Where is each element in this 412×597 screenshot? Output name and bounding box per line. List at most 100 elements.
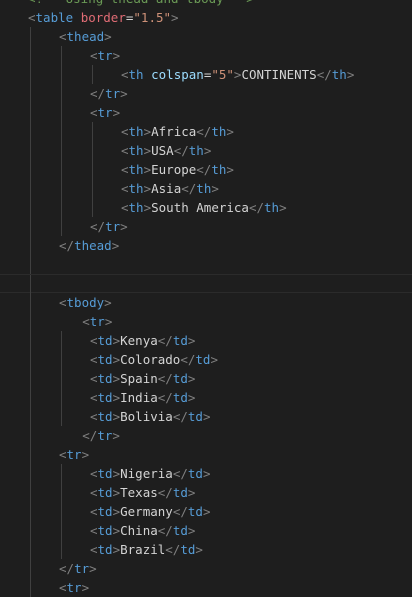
code-line[interactable]: <!-- Using thead and tbody --> [0, 0, 412, 8]
code-token: </ [172, 466, 188, 481]
code-token: tr [105, 86, 121, 101]
code-line[interactable]: <thead> [0, 27, 412, 46]
code-token: > [346, 67, 355, 82]
code-token: > [120, 86, 128, 101]
indent-guide [61, 103, 62, 122]
code-line[interactable]: <th>USA</th> [0, 141, 412, 160]
indent-guide [61, 331, 62, 350]
code-line[interactable]: <td>Germany</td> [0, 502, 412, 521]
indent-guide [61, 540, 62, 559]
code-token: </ [59, 561, 75, 576]
code-line[interactable]: <tr> [0, 312, 412, 331]
indent-guide [30, 407, 31, 426]
code-token: South America [151, 200, 249, 215]
code-token: tr [97, 428, 113, 443]
code-line[interactable]: </tr> [0, 84, 412, 103]
code-line[interactable]: <tbody> [0, 293, 412, 312]
code-line[interactable]: </tr> [0, 559, 412, 578]
indent-guide [92, 65, 93, 84]
code-text: </tr> [59, 559, 97, 578]
code-editor[interactable]: <!-- Using thead and tbody --><table bor… [0, 0, 412, 597]
code-line[interactable]: <th colspan="5">CONTINENTS</th> [0, 65, 412, 84]
code-line[interactable]: <td>Nigeria</td> [0, 464, 412, 483]
code-token: td [187, 409, 203, 424]
code-line[interactable] [0, 274, 412, 294]
code-token: > [112, 48, 121, 63]
indent-guide [61, 369, 62, 388]
indent-guide [30, 198, 31, 217]
code-token: </ [173, 143, 189, 158]
code-text: <th>USA</th> [121, 141, 211, 160]
code-token: </ [172, 409, 188, 424]
code-token: </ [196, 124, 212, 139]
code-line[interactable]: <table border="1.5"> [0, 8, 412, 27]
code-text: <td>China</td> [90, 521, 195, 540]
code-token: </ [180, 352, 196, 367]
code-line[interactable]: <tr> [0, 578, 412, 597]
code-token: < [90, 523, 98, 538]
code-text: <td>Spain</td> [90, 369, 195, 388]
code-line[interactable]: </thead> [0, 236, 412, 255]
code-token: th [128, 143, 144, 158]
code-text: <tr> [82, 312, 112, 331]
code-line[interactable]: </tr> [0, 426, 412, 445]
code-line[interactable]: <th>Europe</th> [0, 160, 412, 179]
code-line[interactable]: <td>Texas</td> [0, 483, 412, 502]
indent-guide [30, 483, 31, 502]
code-line[interactable]: <tr> [0, 46, 412, 65]
code-text: <td>Germany</td> [90, 502, 210, 521]
indent-guide [30, 521, 31, 540]
code-token: td [97, 371, 113, 386]
code-token: th [211, 124, 227, 139]
code-token: < [90, 390, 98, 405]
code-token: > [226, 124, 234, 139]
code-token: tr [74, 561, 90, 576]
code-token: tr [66, 447, 82, 462]
code-token: </ [157, 523, 173, 538]
code-token: </ [90, 86, 106, 101]
code-token: < [90, 371, 98, 386]
code-line[interactable]: <th>South America</th> [0, 198, 412, 217]
code-text: <td>Bolivia</td> [90, 407, 210, 426]
code-token: > [210, 352, 218, 367]
code-line[interactable]: <td>Spain</td> [0, 369, 412, 388]
code-token: tr [105, 219, 121, 234]
code-line[interactable]: <td>Brazil</td> [0, 540, 412, 559]
code-line[interactable]: <td>Colorado</td> [0, 350, 412, 369]
code-token: > [143, 143, 152, 158]
code-token: td [97, 523, 113, 538]
code-token: th [128, 124, 144, 139]
code-token: India [120, 390, 158, 405]
indent-guide [30, 445, 31, 464]
code-text: <tbody> [59, 293, 112, 312]
code-line[interactable] [0, 255, 412, 274]
code-line[interactable]: <td>China</td> [0, 521, 412, 540]
code-token: Bolivia [120, 409, 173, 424]
code-line[interactable]: <td>Kenya</td> [0, 331, 412, 350]
code-token: Spain [120, 371, 158, 386]
indent-guide [61, 464, 62, 483]
code-line[interactable]: <th>Asia</th> [0, 179, 412, 198]
code-line[interactable]: <th>Africa</th> [0, 122, 412, 141]
code-text: </tr> [90, 217, 128, 236]
code-text: <td>India</td> [90, 388, 195, 407]
code-line[interactable]: <td>Bolivia</td> [0, 407, 412, 426]
code-token: td [172, 371, 188, 386]
code-line[interactable]: <td>India</td> [0, 388, 412, 407]
code-token: </ [172, 504, 188, 519]
code-token: td [97, 485, 113, 500]
code-token: td [187, 466, 203, 481]
code-text: <tr> [59, 578, 89, 597]
code-token: tr [66, 580, 82, 595]
indent-guide [30, 179, 31, 198]
code-line[interactable]: </tr> [0, 217, 412, 236]
code-token: th [264, 200, 280, 215]
code-token: </ [90, 219, 106, 234]
indent-guide [30, 331, 31, 350]
code-text: <th>South America</th> [121, 198, 287, 217]
code-line[interactable]: <tr> [0, 445, 412, 464]
indent-guide [61, 407, 62, 426]
code-token: > [112, 466, 121, 481]
code-line[interactable]: <tr> [0, 103, 412, 122]
code-token: td [187, 504, 203, 519]
